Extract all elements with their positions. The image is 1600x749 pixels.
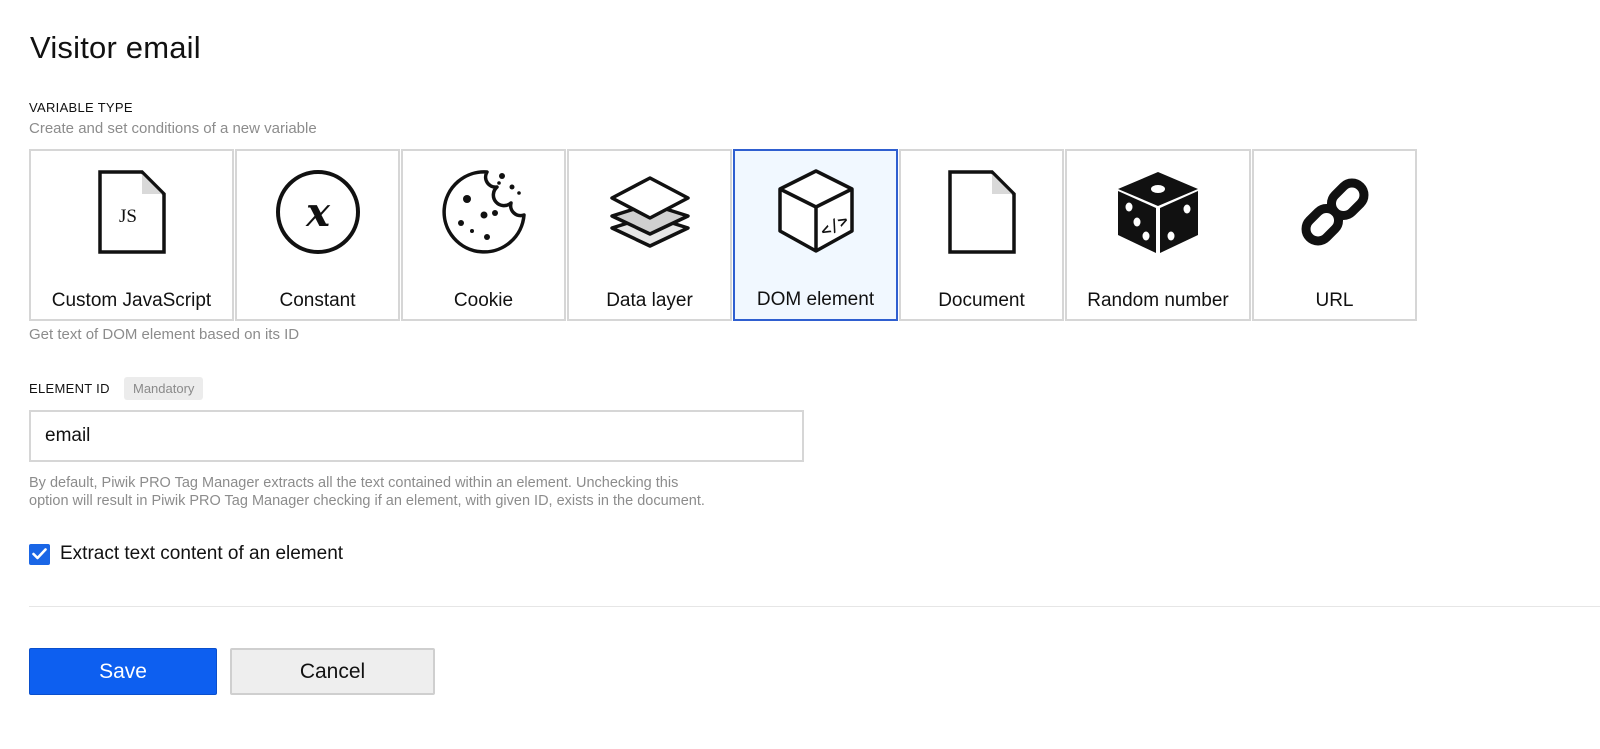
type-card-dom-element[interactable]: </> DOM element [733, 149, 898, 321]
type-card-label: Custom JavaScript [51, 290, 212, 311]
cancel-button[interactable]: Cancel [230, 648, 435, 695]
mandatory-badge: Mandatory [124, 377, 204, 400]
type-card-document[interactable]: Document [899, 149, 1064, 321]
constant-x-icon: x [273, 167, 363, 257]
cookie-icon [439, 167, 529, 257]
save-button[interactable]: Save [29, 648, 217, 695]
variable-type-description: Create and set conditions of a new varia… [29, 120, 317, 137]
code-cube-icon: </> [771, 166, 861, 256]
element-id-help: By default, Piwik PRO Tag Manager extrac… [29, 475, 705, 509]
type-card-label: Constant [279, 290, 356, 311]
type-card-random-number[interactable]: Random number [1065, 149, 1251, 321]
type-card-label: Document [938, 290, 1025, 311]
variable-type-label: VARIABLE TYPE [29, 100, 133, 115]
type-card-label: Cookie [453, 290, 514, 311]
type-card-label: DOM element [756, 289, 875, 310]
element-id-input[interactable] [29, 410, 804, 462]
svg-text:JS: JS [119, 206, 137, 227]
checkmark-icon [32, 548, 47, 560]
element-id-label: ELEMENT ID [29, 381, 110, 396]
extract-text-checkbox[interactable] [29, 543, 50, 565]
link-icon [1290, 167, 1380, 257]
document-icon [937, 167, 1027, 257]
type-card-url[interactable]: URL [1252, 149, 1417, 321]
variable-editor: Visitor email VARIABLE TYPE Create and s… [0, 0, 1600, 749]
javascript-file-icon: JS [87, 167, 177, 257]
type-card-label: URL [1315, 290, 1354, 311]
layers-icon [605, 167, 695, 257]
svg-text:x: x [305, 189, 331, 236]
type-card-constant[interactable]: x Constant [235, 149, 400, 321]
extract-text-option[interactable]: Extract text content of an element [29, 543, 343, 565]
form-divider [29, 606, 1600, 607]
variable-type-grid: JS Custom JavaScript x Constant Cookie D… [29, 149, 1417, 321]
type-card-custom-javascript[interactable]: JS Custom JavaScript [29, 149, 234, 321]
type-card-cookie[interactable]: Cookie [401, 149, 566, 321]
dice-icon [1113, 167, 1203, 257]
extract-text-label: Extract text content of an element [60, 543, 344, 564]
type-card-data-layer[interactable]: Data layer [567, 149, 732, 321]
page-title: Visitor email [30, 30, 201, 65]
type-card-label: Data layer [606, 290, 693, 311]
type-card-label: Random number [1087, 290, 1229, 311]
variable-type-help: Get text of DOM element based on its ID [29, 326, 300, 343]
